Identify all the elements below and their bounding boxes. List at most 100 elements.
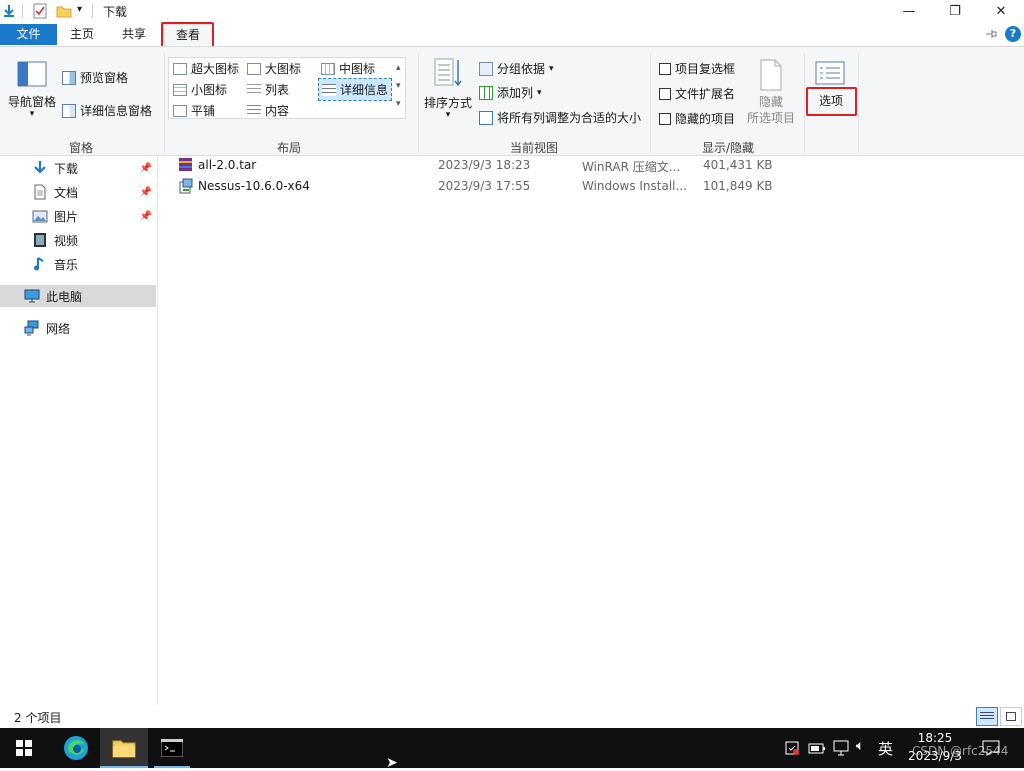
add-column-button[interactable]: 添加列 ▾ [479, 84, 542, 101]
file-explorer-taskbar-button[interactable] [100, 728, 148, 768]
nav-item-downloads[interactable]: 下载 📌 [0, 157, 156, 179]
large-icons-square [1006, 712, 1016, 721]
new-folder-icon[interactable] [56, 4, 72, 18]
network-icon [24, 320, 39, 336]
group-label-layout: 布局 [276, 141, 301, 155]
extra-large-icons-icon [173, 62, 187, 75]
details-lines [980, 712, 994, 721]
details-pane-icon [62, 103, 76, 118]
clock-time[interactable]: 18:25 [904, 731, 966, 745]
pin-icon[interactable]: 📌 [140, 211, 152, 222]
terminal-taskbar-button[interactable] [148, 728, 196, 768]
tab-file[interactable]: 文件 [0, 24, 57, 45]
title-bar: ▾ 下载 — ❐ ✕ [0, 0, 1024, 22]
properties-check-icon[interactable] [33, 3, 47, 19]
hidden-items-toggle[interactable]: 隐藏的项目 [659, 110, 735, 127]
action-center-notifications-icon[interactable] [982, 739, 1000, 757]
details-view-toggle-icon[interactable] [976, 707, 998, 726]
layout-medium-icons[interactable]: 中图标 [321, 60, 375, 77]
chevron-down-icon: ▾ [29, 109, 35, 119]
file-row[interactable]: Nessus-10.6.0-x64 2023/9/3 17:55 Windows… [160, 176, 1024, 196]
command-prompt-icon [161, 739, 183, 757]
computer-icon [24, 289, 40, 303]
nav-item-music[interactable]: 音乐 [0, 253, 156, 275]
minimize-button[interactable]: — [886, 0, 932, 22]
navigation-pane: 下载 📌 文档 📌 图片 📌 视频 音乐 此电脑 网络 [0, 157, 158, 705]
divider [22, 4, 23, 18]
edge-taskbar-button[interactable] [52, 728, 100, 768]
large-icons-toggle-icon[interactable] [1000, 707, 1022, 726]
tab-home[interactable]: 主页 [62, 24, 102, 45]
close-button[interactable]: ✕ [978, 0, 1024, 22]
small-icons-icon [173, 83, 187, 96]
pin-icon[interactable]: 📌 [140, 163, 152, 174]
document-icon [34, 184, 46, 200]
list-view-icon [247, 83, 261, 96]
checkbox[interactable] [659, 112, 671, 125]
volume-muted-icon[interactable]: 🔈︎ [856, 738, 864, 754]
window-title: 下载 [103, 5, 128, 19]
picture-icon [32, 210, 48, 223]
fit-columns-button[interactable]: 将所有列调整为合适的大小 [479, 109, 641, 126]
group-by-button[interactable]: 分组依据 ▾ [479, 60, 554, 77]
file-row[interactable]: all-2.0.tar 2023/9/3 18:23 WinRAR 压缩文...… [160, 155, 1024, 175]
item-count: 2 个项目 [14, 711, 62, 725]
power-battery-icon[interactable] [808, 741, 826, 755]
file-type: Windows Install... [582, 179, 687, 193]
large-icons-icon [247, 62, 261, 75]
navigation-pane-icon[interactable] [17, 61, 47, 87]
status-bar: 2 个项目 [0, 705, 1024, 728]
tiles-icon [173, 104, 187, 117]
help-icon[interactable]: ? [1005, 26, 1021, 42]
layout-details[interactable]: 详细信息 [318, 78, 393, 101]
group-label-show-hide: 显示/隐藏 [701, 141, 755, 155]
checkbox[interactable] [659, 87, 671, 100]
input-language-indicator[interactable]: 英 [878, 738, 893, 759]
layout-large-icons[interactable]: 大图标 [247, 60, 301, 77]
group-separator [418, 53, 419, 153]
nav-item-pictures[interactable]: 图片 📌 [0, 205, 156, 227]
quick-access-dropdown-icon[interactable]: ▾ [77, 4, 82, 15]
tab-share[interactable]: 共享 [114, 24, 154, 45]
group-separator [650, 53, 651, 153]
details-pane-button[interactable]: 详细信息窗格 [62, 102, 152, 119]
security-center-icon[interactable] [784, 740, 800, 756]
video-icon [34, 233, 46, 247]
options-icon[interactable] [815, 61, 845, 85]
nav-item-documents[interactable]: 文档 📌 [0, 181, 156, 203]
nav-item-network[interactable]: 网络 [0, 317, 156, 339]
layout-small-icons[interactable]: 小图标 [173, 81, 227, 98]
start-button[interactable] [0, 728, 48, 768]
windows-installer-icon [179, 178, 193, 194]
checkbox[interactable] [659, 62, 671, 75]
chevron-down-icon: ▾ [445, 110, 451, 120]
file-extensions-toggle[interactable]: 文件扩展名 [659, 85, 735, 102]
taskbar: ➤ 🔈︎ 英 18:25 2023/9/3 CSDN @rfc2544 [0, 728, 1024, 771]
hide-selected-icon[interactable] [759, 59, 783, 91]
layout-tiles[interactable]: 平铺 [173, 102, 215, 119]
group-separator [164, 53, 165, 153]
download-arrow-icon[interactable] [2, 4, 16, 18]
navigation-pane-button[interactable]: 导航窗格 ▾ [8, 93, 56, 119]
preview-pane-button[interactable]: 预览窗格 [62, 69, 128, 86]
content-view-icon [247, 104, 261, 117]
file-date: 2023/9/3 18:23 [438, 158, 531, 172]
network-tray-icon[interactable] [833, 740, 849, 756]
nav-item-this-pc[interactable]: 此电脑 [0, 285, 156, 307]
layout-list[interactable]: 列表 [247, 81, 289, 98]
layout-extra-large-icons[interactable]: 超大图标 [173, 60, 239, 77]
file-size: 401,431 KB [703, 158, 773, 172]
layout-content[interactable]: 内容 [247, 102, 289, 119]
winrar-archive-icon [179, 158, 192, 171]
edge-browser-icon [64, 736, 88, 760]
sort-by-icon[interactable] [433, 57, 463, 89]
pin-icon[interactable]: 📌 [140, 187, 152, 198]
item-checkboxes-toggle[interactable]: 项目复选框 [659, 60, 735, 77]
layout-scroll-arrows[interactable]: ▴ ▾ ▾ [396, 59, 401, 113]
sort-by-button[interactable]: 排序方式 ▾ [424, 94, 472, 120]
highlight-box-options [806, 87, 857, 116]
hide-selected-button[interactable]: 隐藏 所选项目 [747, 94, 795, 126]
nav-item-videos[interactable]: 视频 [0, 229, 156, 251]
restore-button[interactable]: ❐ [932, 0, 978, 22]
pin-ribbon-icon[interactable] [984, 28, 998, 40]
